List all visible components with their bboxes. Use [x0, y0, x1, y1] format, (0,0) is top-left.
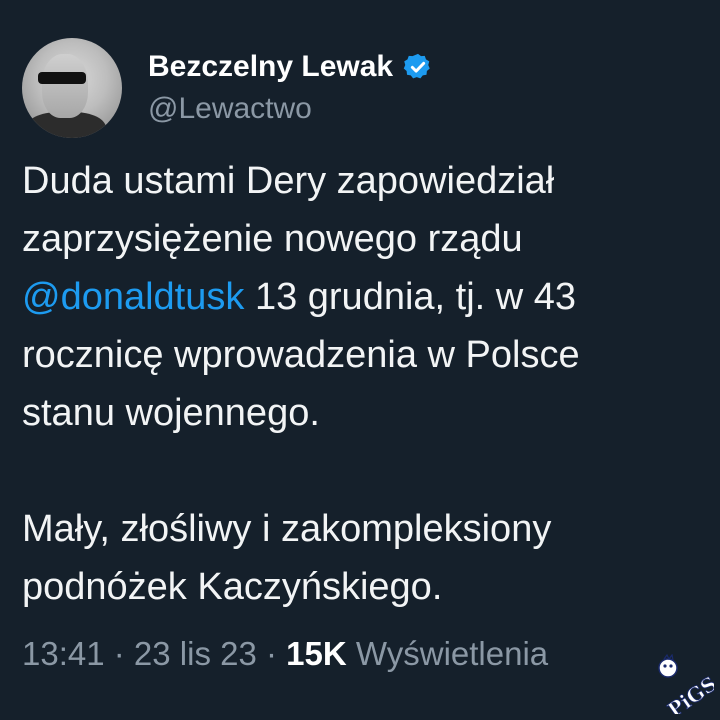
svg-text:PiGS: PiGS [663, 671, 714, 714]
tweet-line-3-rest: 13 grudnia, tj. w 43 [244, 276, 577, 318]
tweet-line-4: rocznicę wprowadzenia w Polsce [22, 334, 580, 376]
tweet-line-5: stanu wojennego. [22, 392, 320, 434]
tweet-time[interactable]: 13:41 [22, 635, 105, 672]
tweet-line-2: zaprzysiężenie nowego rządu [22, 218, 523, 260]
avatar-sunglasses [38, 72, 86, 84]
meta-separator: · [256, 635, 287, 672]
mention-link[interactable]: @donaldtusk [22, 276, 244, 318]
tweet-card: Bezczelny Lewak @Lewactwo Duda ustami De… [0, 0, 720, 720]
views-count: 15K [286, 635, 347, 672]
author-handle[interactable]: @Lewactwo [148, 91, 433, 127]
pigs-watermark-logo: PiGS [658, 654, 714, 714]
meta-separator: · [104, 635, 134, 672]
tweet-line-6: Mały, złośliwy i zakompleksiony [22, 508, 552, 550]
author-name-row[interactable]: Bezczelny Lewak [148, 49, 433, 85]
tweet-date[interactable]: 23 lis 23 [134, 635, 257, 672]
tweet-meta: 13:41 · 23 lis 23 · 15K Wyświetlenia [22, 634, 548, 674]
author-display-name[interactable]: Bezczelny Lewak [148, 49, 393, 85]
avatar[interactable] [22, 38, 122, 138]
avatar-face [42, 54, 88, 118]
tweet-text: Duda ustami Dery zapowiedział zaprzysięż… [22, 152, 702, 616]
author-names: Bezczelny Lewak @Lewactwo [148, 49, 433, 127]
tweet-line-7: podnóżek Kaczyńskiego. [22, 566, 443, 608]
tweet-line-1: Duda ustami Dery zapowiedział [22, 160, 555, 202]
views-label: Wyświetlenia [346, 635, 549, 672]
tweet-header: Bezczelny Lewak @Lewactwo [22, 38, 433, 138]
verified-badge-icon [403, 53, 430, 79]
